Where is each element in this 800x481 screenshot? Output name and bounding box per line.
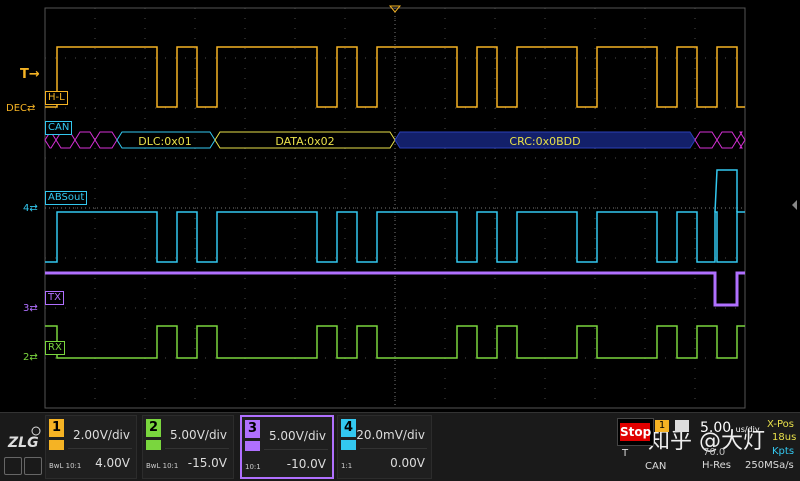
- trace-label-absout: ABSout: [45, 191, 88, 205]
- trigger-source-label: T: [622, 448, 629, 459]
- channel-1-settings[interactable]: 1 BwL 10:1 2.00V/div 4.00V: [45, 415, 137, 479]
- channel-2-trace: [45, 325, 745, 359]
- xpos-value: 18us: [772, 432, 797, 443]
- divider: [264, 449, 328, 450]
- channel-2-level-marker[interactable]: 2⇄: [23, 352, 38, 364]
- run-stop-indicator[interactable]: Stop: [617, 418, 654, 446]
- channel-4-level-marker[interactable]: 4⇄: [23, 203, 38, 215]
- channel-coupling: 1:1: [341, 462, 353, 470]
- channel-offset[interactable]: 4.00V: [95, 456, 130, 470]
- divider: [360, 448, 427, 449]
- channel-menu-icon: [49, 440, 64, 450]
- channel-menu-icon: [146, 440, 161, 450]
- channel-3-level-marker[interactable]: 3⇄: [23, 303, 38, 315]
- channel-number-badge: 1: [49, 419, 64, 437]
- menu-icon[interactable]: [675, 420, 689, 432]
- channel-number-badge: 4: [341, 419, 356, 437]
- settings-icon[interactable]: [24, 457, 42, 475]
- timebase-value[interactable]: 5.00 us/div: [700, 420, 760, 436]
- trace-label-can: CAN: [45, 121, 73, 135]
- home-icon[interactable]: [4, 457, 22, 475]
- svg-text:ZLG: ZLG: [7, 435, 39, 451]
- channel-coupling: BwL 10:1: [146, 462, 179, 470]
- graticule: [44, 7, 746, 409]
- channel-coupling: 10:1: [245, 463, 261, 471]
- trace-label-rx: RX: [45, 341, 65, 355]
- channel-3-settings[interactable]: 3 10:1 5.00V/div -10.0V: [240, 415, 334, 479]
- xpos-label: X-Pos: [767, 419, 794, 430]
- divider: [165, 448, 229, 449]
- channel-2-settings[interactable]: 2 BwL 10:1 5.00V/div -15.0V: [142, 415, 234, 479]
- channel-offset[interactable]: 0.00V: [390, 456, 425, 470]
- memory-depth-value: 70.0: [703, 447, 726, 458]
- sample-rate: 250MSa/s: [745, 460, 794, 471]
- memory-depth-label: Kpts: [772, 446, 795, 457]
- decode-level-marker[interactable]: DEC⇄: [6, 103, 35, 115]
- channel-volts-per-div[interactable]: 2.00V/div: [73, 428, 130, 442]
- channel-offset[interactable]: -15.0V: [188, 456, 227, 470]
- channel-number-badge: 3: [245, 420, 260, 438]
- channel-volts-per-div[interactable]: 5.00V/div: [170, 428, 227, 442]
- channel-volts-per-div[interactable]: 20.0mV/div: [356, 428, 425, 442]
- trigger-level-marker[interactable]: T→: [20, 68, 40, 81]
- right-scroll-arrow[interactable]: [792, 200, 797, 210]
- can-decode-labels: DLC:0x01 DATA:0x02 CRC:0x0BDD: [138, 135, 580, 148]
- channel-number-badge: 2: [146, 419, 161, 437]
- acquisition-mode: H-Res: [702, 460, 731, 471]
- waveform-display[interactable]: DLC:0x01 DATA:0x02 CRC:0x0BDD T→ DEC⇄ 4⇄…: [0, 0, 800, 412]
- channel-menu-icon: [245, 441, 260, 451]
- channel-coupling: BwL 10:1: [49, 462, 82, 470]
- divider: [68, 448, 132, 449]
- run-state-label: Stop: [620, 423, 652, 441]
- decode-crc-label: CRC:0x0BDD: [509, 135, 580, 148]
- channel-menu-icon: [341, 440, 356, 450]
- trace-label-hl: H-L: [45, 91, 68, 105]
- decode-data-label: DATA:0x02: [275, 135, 334, 148]
- channel-offset[interactable]: -10.0V: [287, 457, 326, 471]
- channel-volts-per-div[interactable]: 5.00V/div: [269, 429, 326, 443]
- channel-4-settings[interactable]: 4 1:1 20.0mV/div 0.00V: [337, 415, 432, 479]
- channel-1-mini-badge: 1: [655, 420, 669, 432]
- waveform-plot: DLC:0x01 DATA:0x02 CRC:0x0BDD: [44, 5, 797, 409]
- trace-label-tx: TX: [45, 291, 64, 305]
- decode-dlc-label: DLC:0x01: [138, 135, 192, 148]
- trigger-source-value[interactable]: CAN: [645, 461, 666, 472]
